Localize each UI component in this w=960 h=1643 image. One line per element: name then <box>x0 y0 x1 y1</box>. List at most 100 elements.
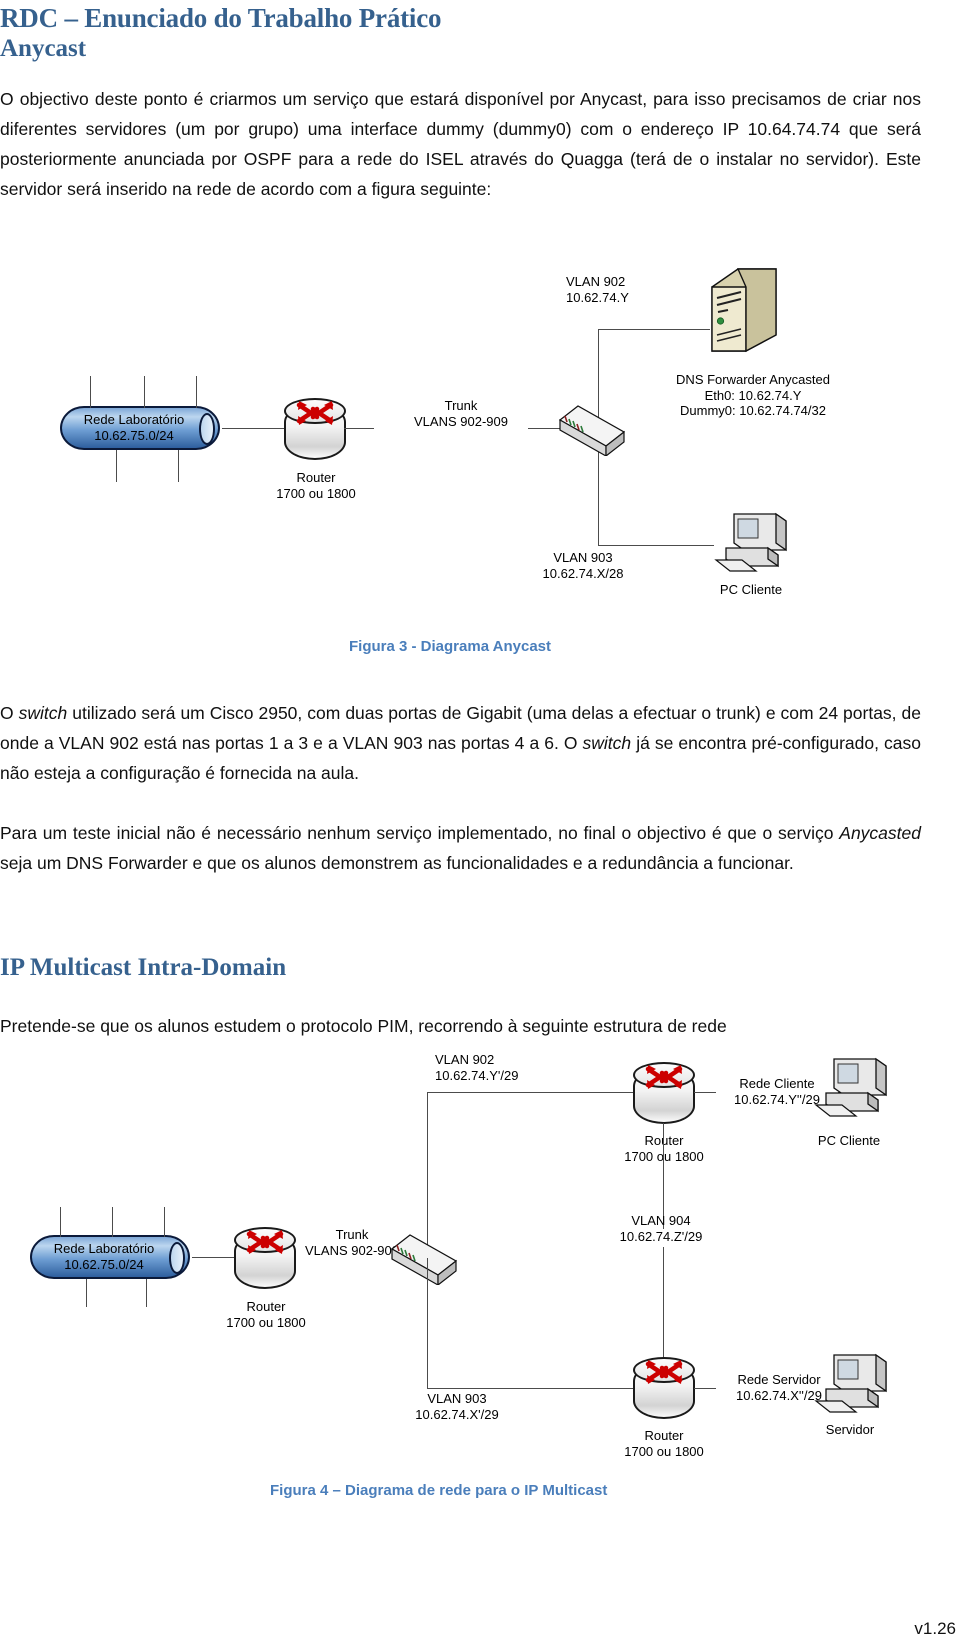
cylinder-cap <box>199 413 215 445</box>
fig4-vlan903-line2: 10.62.74.X'/29 <box>415 1406 499 1422</box>
fig4-vlan903-label: VLAN 903 10.62.74.X'/29 <box>382 1391 532 1422</box>
paragraph-anycast-intro: O objectivo deste ponto é criarmos um se… <box>0 88 921 199</box>
paragraph-anycast-objective: Para um teste inicial não é necessário n… <box>0 818 921 878</box>
fig3-lab-stub-2 <box>144 376 145 408</box>
fig4-vlan904-label: VLAN 904 10.62.74.Z'/29 <box>600 1213 722 1244</box>
fig4-router-top-line1: Router <box>644 1133 684 1148</box>
page-title: RDC – Enunciado do Trabalho Prático <box>0 3 442 33</box>
fig4-lab-stub-5 <box>146 1279 147 1307</box>
router-icon <box>284 398 346 466</box>
fig4-servidor-label: Servidor <box>825 1422 875 1437</box>
fig4-router-top-label: Router 1700 ou 1800 <box>606 1133 722 1164</box>
router-arrows-icon <box>645 1360 683 1384</box>
router-icon <box>633 1357 695 1425</box>
fig3-lab-line2: 10.62.75.0/24 <box>94 428 174 443</box>
paragraph-switch-description: O switch utilizado será um Cisco 2950, c… <box>0 698 921 788</box>
document-page: RDC – Enunciado do Trabalho Prático Anyc… <box>0 0 960 1643</box>
fig4-router-bottom-line2: 1700 ou 1800 <box>624 1443 704 1459</box>
section-heading-multicast: IP Multicast Intra-Domain <box>0 954 287 981</box>
fig3-lab-stub-4 <box>116 450 117 482</box>
router-arrows-icon <box>296 401 334 425</box>
fig3-lab-network-text: Rede Laboratório 10.62.75.0/24 <box>66 412 202 444</box>
fig3-wire-lab-router <box>222 428 284 429</box>
fig3-vlan903-label: VLAN 903 10.62.74.X/28 <box>498 550 668 581</box>
fig3-pc-client-label: PC Cliente <box>719 582 783 597</box>
figure-4-caption: Figura 4 – Diagrama de rede para o IP Mu… <box>270 1482 608 1499</box>
fig4-wire-switch-down <box>427 1258 428 1388</box>
fig3-lab-stub-5 <box>178 450 179 482</box>
fig3-wire-vlan903-h <box>598 545 714 546</box>
fig4-vlan902-line1: VLAN 902 <box>435 1052 495 1067</box>
fig4-vlan902-label: VLAN 902 10.62.74.Y'/29 <box>435 1052 518 1083</box>
fig3-vlan902-line2: 10.62.74.Y <box>566 289 629 305</box>
fig4-lab-line1: Rede Laboratório <box>53 1241 155 1256</box>
fig4-lab-stub-2 <box>112 1207 113 1237</box>
fig4-wire-routertop-cliente <box>694 1092 716 1093</box>
fig4-vlan904-line2: 10.62.74.Z'/29 <box>619 1228 703 1244</box>
fig4-wire-lab-router <box>192 1257 234 1258</box>
fig4-pc-client-label: PC Cliente <box>817 1133 881 1148</box>
fig3-server-line2: Eth0: 10.62.74.Y <box>704 387 802 403</box>
fig4-lab-stub-4 <box>86 1279 87 1307</box>
fig4-wire-vlan904-down <box>663 1247 664 1365</box>
figure-4-diagram: VLAN 902 10.62.74.Y'/29 Router 1700 ou 1… <box>0 1035 960 1465</box>
network-cylinder-icon: Rede Laboratório 10.62.75.0/24 <box>60 406 220 450</box>
network-cylinder-icon: Rede Laboratório 10.62.75.0/24 <box>30 1235 190 1279</box>
fig4-router-left-line2: 1700 ou 1800 <box>226 1314 306 1330</box>
fig4-lab-stub-1 <box>60 1207 61 1237</box>
router-arrows-icon <box>246 1230 284 1254</box>
fig3-wire-vlan902-h <box>598 329 710 330</box>
fig3-server-caption: DNS Forwarder Anycasted Eth0: 10.62.74.Y… <box>648 372 858 419</box>
p1-em2: switch <box>582 732 632 753</box>
fig3-router-label: Router 1700 ou 1800 <box>258 470 374 501</box>
p2-em1: Anycasted <box>839 822 921 843</box>
document-version: v1.26 <box>914 1619 956 1638</box>
fig4-wire-top-h <box>427 1092 633 1093</box>
fig4-lab-stub-3 <box>164 1207 165 1237</box>
switch-icon <box>556 398 626 458</box>
server-tower-icon <box>706 265 780 353</box>
fig3-router-line1: Router <box>296 470 336 485</box>
figure-3-caption: Figura 3 - Diagrama Anycast <box>349 638 552 655</box>
fig3-trunk-line2: VLANS 902-909 <box>414 413 508 429</box>
fig3-lab-line1: Rede Laboratório <box>83 412 185 427</box>
section-heading-anycast: Anycast <box>0 35 87 62</box>
fig4-router-left-label: Router 1700 ou 1800 <box>208 1299 324 1330</box>
router-arrows-icon <box>645 1065 683 1089</box>
fig4-vlan903-line1: VLAN 903 <box>427 1391 487 1406</box>
fig4-router-left-line1: Router <box>246 1299 286 1314</box>
switch-icon <box>388 1227 458 1287</box>
fig3-lab-stub-1 <box>90 376 91 408</box>
fig4-lab-network-text: Rede Laboratório 10.62.75.0/24 <box>36 1241 172 1273</box>
fig3-vlan902-line1: VLAN 902 <box>566 274 626 289</box>
fig4-wire-routerbottom-servidor <box>694 1388 716 1389</box>
fig3-server-line1: DNS Forwarder Anycasted <box>676 372 830 387</box>
fig3-trunk-label: Trunk VLANS 902-909 <box>400 398 522 429</box>
figure-3-diagram: VLAN 902 10.62.74.Y DNS Forwarder Anycas… <box>0 258 960 626</box>
p1-em1: switch <box>18 702 68 723</box>
fig3-vlan903-line1: VLAN 903 <box>553 550 613 565</box>
p2-pre: Para um teste inicial não é necessário n… <box>0 822 840 843</box>
fig4-router-bottom-line1: Router <box>644 1428 684 1443</box>
desktop-pc-icon <box>712 508 788 574</box>
fig4-vlan904-line1: VLAN 904 <box>631 1213 691 1228</box>
fig4-vlan902-line2: 10.62.74.Y'/29 <box>435 1067 519 1083</box>
fig4-lab-line2: 10.62.75.0/24 <box>64 1257 144 1272</box>
desktop-pc-icon <box>812 1349 888 1415</box>
cylinder-cap <box>169 1242 185 1274</box>
fig4-router-bottom-label: Router 1700 ou 1800 <box>606 1428 722 1459</box>
fig3-vlan902-label: VLAN 902 10.62.74.Y <box>566 274 629 305</box>
fig3-trunk-line1: Trunk <box>444 398 478 413</box>
desktop-pc-icon <box>812 1053 888 1119</box>
fig4-router-top-line2: 1700 ou 1800 <box>624 1148 704 1164</box>
p2-post: seja um DNS Forwarder e que os alunos de… <box>0 852 794 873</box>
fig3-router-line2: 1700 ou 1800 <box>276 485 356 501</box>
fig3-lab-stub-3 <box>196 376 197 408</box>
router-icon <box>234 1227 296 1295</box>
p1-pre: O <box>0 702 19 723</box>
fig3-wire-router-switch <box>344 428 374 429</box>
fig4-wire-bottom-h <box>427 1388 633 1389</box>
fig3-server-line3: Dummy0: 10.62.74.74/32 <box>680 403 826 418</box>
router-icon <box>633 1062 695 1130</box>
fig3-vlan903-line2: 10.62.74.X/28 <box>542 565 624 581</box>
